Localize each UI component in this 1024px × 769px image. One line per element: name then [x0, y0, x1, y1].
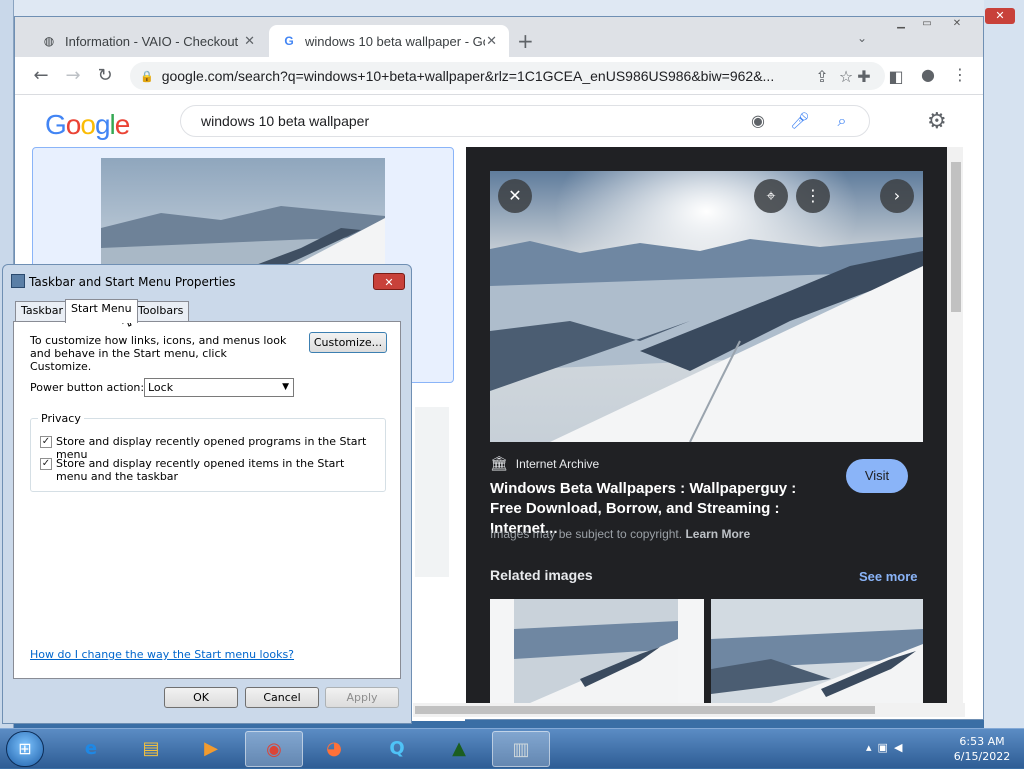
clock-date: 6/15/2022 — [953, 750, 1011, 763]
tab-title: Information - VAIO - Checkout — [65, 33, 239, 49]
cancel-button[interactable]: Cancel — [245, 687, 319, 708]
minimize-button[interactable]: ▁ — [889, 17, 913, 31]
close-preview-button[interactable]: ✕ — [498, 179, 532, 213]
apply-button[interactable]: Apply — [325, 687, 399, 708]
media-player-icon[interactable]: ▶ — [182, 731, 240, 767]
share-icon[interactable]: ⇪ — [811, 67, 833, 86]
visit-button[interactable]: Visit — [846, 459, 908, 493]
lens-search-button[interactable]: ⌖ — [754, 179, 788, 213]
related-image[interactable] — [711, 599, 923, 703]
close-tab-icon[interactable]: ✕ — [486, 33, 497, 49]
preview-image[interactable] — [490, 171, 923, 442]
tab-vaio-checkout[interactable]: ◍ Information - VAIO - Checkout ✕ — [29, 25, 267, 57]
network-icon[interactable]: ▣ — [878, 741, 894, 754]
side-panel-icon[interactable]: ◧ — [885, 67, 907, 86]
system-tray: ▴▣◀︎ 6:53 AM 6/15/2022 — [862, 729, 1024, 769]
learn-more-link[interactable]: Learn More — [685, 527, 750, 541]
tab-google-search[interactable]: G windows 10 beta wallpaper - Go ✕ — [269, 25, 509, 57]
reload-icon[interactable]: ↻ — [93, 65, 117, 86]
browser-toolbar: ← → ↻ 🔒 google.com/search?q=windows+10+b… — [15, 57, 983, 95]
new-tab-button[interactable]: + — [517, 29, 534, 53]
tab-title: windows 10 beta wallpaper - Go — [305, 33, 485, 49]
checkbox-recent-programs[interactable]: ✓ — [40, 436, 52, 448]
related-images-heading: Related images — [490, 567, 593, 583]
see-more-link[interactable]: See more — [859, 569, 918, 584]
search-query: windows 10 beta wallpaper — [201, 113, 370, 129]
preview-scrollbar-thumb[interactable] — [951, 162, 961, 312]
tab-toolbars[interactable]: Toolbars — [132, 301, 190, 321]
result-placeholder — [415, 407, 449, 577]
clock[interactable]: 6:53 AM 6/15/2022 — [942, 734, 1022, 764]
back-arrow-icon[interactable]: ← — [29, 65, 53, 86]
app-triangle-icon[interactable]: ▲ — [430, 731, 488, 767]
more-menu-icon[interactable]: ⋮ — [949, 65, 971, 84]
checkbox-recent-items-label: Store and display recently opened items … — [56, 457, 345, 483]
ok-button[interactable]: OK — [164, 687, 238, 708]
chrome-icon[interactable]: ◉ — [245, 731, 303, 767]
image-preview-panel: ✕ ⌖ ⋮ › 🏛︎ Internet Archive Windows Beta… — [466, 147, 947, 703]
power-button-value: Lock — [148, 381, 174, 394]
background-close-button[interactable]: ✕ — [985, 8, 1015, 24]
google-logo[interactable]: Google — [45, 109, 130, 141]
extensions-puzzle-icon[interactable]: ✚ — [853, 67, 875, 86]
source-name: Internet Archive — [515, 456, 600, 471]
checkbox-recent-items[interactable]: ✓ — [40, 458, 52, 470]
tab-search-chevron-icon[interactable]: ⌄ — [857, 31, 867, 45]
start-button[interactable]: ⊞ — [6, 731, 44, 767]
close-window-button[interactable]: ✕ — [945, 17, 969, 31]
firefox-icon[interactable]: ◕ — [305, 731, 363, 767]
google-search-header: Google windows 10 beta wallpaper ◉ 🎤︎ ⌕ … — [15, 95, 983, 147]
file-explorer-icon[interactable]: ▤ — [122, 731, 180, 767]
show-hidden-icons-icon[interactable]: ▴ — [866, 741, 878, 754]
microphone-icon[interactable]: 🎤︎ — [789, 111, 811, 130]
taskbar-properties-app-icon[interactable]: ▥ — [492, 731, 550, 767]
tab-taskbar[interactable]: Taskbar — [15, 301, 69, 321]
horizontal-scrollbar-thumb[interactable] — [415, 706, 875, 714]
url-text: google.com/search?q=windows+10+beta+wall… — [161, 68, 775, 84]
volume-icon[interactable]: ◀︎ — [894, 741, 908, 754]
more-options-button[interactable]: ⋮ — [796, 179, 830, 213]
power-button-select[interactable]: Lock ▼ — [144, 378, 294, 397]
tab-strip: ◍ Information - VAIO - Checkout ✕ G wind… — [15, 17, 983, 57]
customize-description: To customize how links, icons, and menus… — [30, 334, 287, 373]
windows-taskbar: ⊞ e ▤ ▶ ◉ ◕ Q ▲ ▥ ▴▣◀︎ 6:53 AM 6/15/2022 — [0, 728, 1024, 768]
dropdown-arrow-icon: ▼ — [282, 382, 289, 392]
background-window-edge-right — [984, 0, 1024, 730]
address-bar[interactable]: 🔒 google.com/search?q=windows+10+beta+wa… — [130, 62, 885, 90]
tray-icons[interactable]: ▴▣◀︎ — [866, 741, 908, 754]
search-icon[interactable]: ⌕ — [831, 111, 853, 131]
help-link[interactable]: How do I change the way the Start menu l… — [30, 648, 294, 661]
dialog-tab-panel: To customize how links, icons, and menus… — [13, 321, 401, 679]
power-button-label: Power button action: — [30, 381, 145, 394]
internet-explorer-icon[interactable]: e — [62, 731, 120, 767]
profile-avatar-icon[interactable]: ● — [917, 65, 939, 84]
close-tab-icon[interactable]: ✕ — [244, 33, 255, 49]
quicktime-icon[interactable]: Q — [368, 731, 426, 767]
copyright-notice: Images may be subject to copyright. Lear… — [490, 527, 750, 541]
dialog-title: Taskbar and Start Menu Properties — [29, 275, 236, 289]
gear-icon[interactable]: ⚙ — [927, 109, 947, 134]
google-g-icon: G — [284, 34, 294, 48]
maximize-button[interactable]: ▭ — [915, 17, 939, 31]
lock-icon: 🔒 — [140, 70, 154, 83]
taskbar-properties-dialog: Taskbar and Start Menu Properties ✕ Task… — [2, 264, 412, 724]
museum-icon: 🏛︎ — [490, 455, 508, 471]
globe-icon: ◍ — [43, 34, 55, 48]
forward-arrow-icon[interactable]: → — [61, 65, 85, 86]
clock-time: 6:53 AM — [959, 735, 1005, 748]
related-image[interactable] — [490, 599, 704, 703]
next-image-button[interactable]: › — [880, 179, 914, 213]
customize-button[interactable]: Customize... — [309, 332, 387, 353]
tab-start-menu[interactable]: Start Menu — [65, 299, 138, 323]
privacy-label: Privacy — [38, 412, 84, 425]
dialog-close-button[interactable]: ✕ — [373, 273, 405, 290]
copyright-text: Images may be subject to copyright. — [490, 527, 683, 541]
taskbar-properties-icon — [11, 274, 25, 288]
image-source[interactable]: 🏛︎ Internet Archive — [490, 455, 599, 472]
camera-icon[interactable]: ◉ — [747, 111, 769, 130]
